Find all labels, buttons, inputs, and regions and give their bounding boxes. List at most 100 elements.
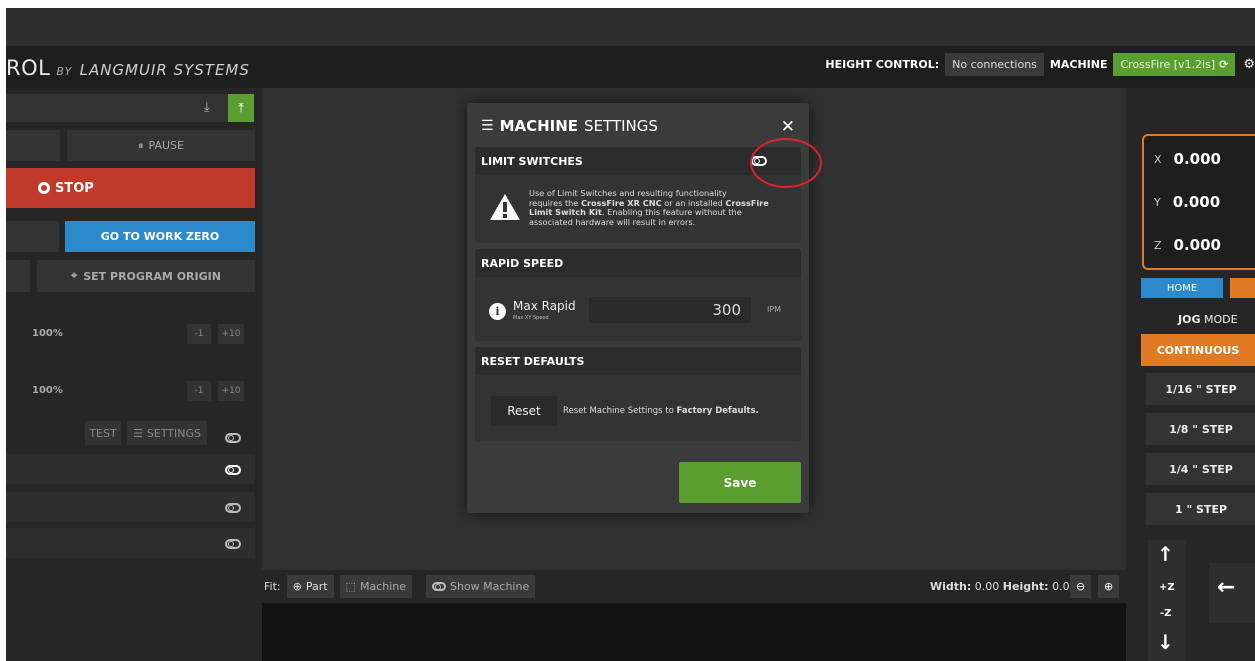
- file-toolbar: ⤓ ⤒: [6, 94, 254, 122]
- toggle-row-3: [6, 528, 255, 558]
- warning-2d: CrossFire: [725, 197, 769, 208]
- jog-left-button[interactable]: ←: [1209, 563, 1255, 623]
- width-label: Width:: [930, 580, 972, 593]
- toggle-switch-3[interactable]: [225, 539, 241, 549]
- height-control-dropdown[interactable]: No connections: [945, 53, 1044, 76]
- speed-plus10-button[interactable]: +10: [218, 381, 244, 401]
- brand-by: BY: [56, 65, 73, 78]
- orange-action-button[interactable]: [1230, 278, 1255, 298]
- jog-mode-bold: JOG: [1178, 313, 1201, 326]
- zoom-out-icon[interactable]: ⊖: [1070, 575, 1092, 598]
- pause-icon: ⏸: [138, 138, 144, 152]
- speed-minus1-button[interactable]: -1: [187, 381, 211, 401]
- test-button[interactable]: TEST: [85, 421, 121, 445]
- reset-button[interactable]: Reset: [491, 396, 557, 426]
- step-1-8-button[interactable]: 1/8 " STEP: [1146, 413, 1255, 445]
- run-button[interactable]: [6, 130, 60, 161]
- stop-label: STOP: [55, 180, 94, 196]
- show-machine-toggle-icon: [432, 582, 446, 591]
- arrow-left-icon: ←: [1217, 575, 1236, 600]
- dro-z-row: Z 0.000: [1154, 236, 1221, 254]
- limit-switches-title: LIMIT SWITCHES: [481, 154, 583, 168]
- reset-text-bold: Factory Defaults.: [676, 406, 759, 416]
- go-to-work-zero-button[interactable]: GO TO WORK ZERO: [65, 221, 255, 252]
- y-axis-label: Y: [1154, 195, 1161, 209]
- home-button[interactable]: HOME: [1141, 278, 1223, 298]
- feed-minus1-button[interactable]: -1: [187, 324, 211, 344]
- rapid-speed-header: RAPID SPEED: [475, 249, 801, 277]
- z-value: 0.000: [1173, 236, 1221, 254]
- crosshair-icon: ⊕: [292, 580, 302, 593]
- fit-part-button[interactable]: ⊕ Part: [286, 575, 334, 598]
- plus-z-label: +Z: [1159, 582, 1175, 593]
- step-1-button[interactable]: 1 " STEP: [1146, 493, 1255, 525]
- sliders-icon: ☰: [481, 118, 494, 134]
- refresh-icon[interactable]: ⟳: [1219, 58, 1228, 71]
- settings-button[interactable]: ☰ SETTINGS: [127, 421, 207, 445]
- height-label: Height:: [1002, 580, 1049, 593]
- rapid-speed-title: RAPID SPEED: [481, 256, 564, 270]
- fit-machine-button[interactable]: ⬚ Machine: [339, 575, 412, 598]
- y-value: 0.000: [1172, 193, 1221, 211]
- settings-gear-icon[interactable]: ⚙: [1243, 57, 1255, 72]
- step-1-4-button[interactable]: 1/4 " STEP: [1146, 453, 1255, 485]
- zoom-in-icon[interactable]: ⊕: [1098, 575, 1120, 598]
- origin-icon: ⌖: [71, 269, 78, 282]
- modal-title: ☰ MACHINE SETTINGS: [481, 117, 658, 135]
- toggle-switch-1[interactable]: [225, 465, 241, 475]
- save-label: Save: [723, 475, 757, 490]
- warning-text: Use of Limit Switches and resulting func…: [529, 188, 791, 227]
- show-machine-toggle[interactable]: Show Machine: [426, 575, 536, 598]
- height-control-label: HEIGHT CONTROL:: [825, 58, 940, 71]
- torch-toggle[interactable]: [225, 433, 241, 443]
- x-value: 0.000: [1173, 150, 1221, 168]
- go-to-machine-zero-button[interactable]: [6, 221, 59, 252]
- continuous-button[interactable]: CONTINUOUS: [1141, 334, 1255, 366]
- app-header: ROL BY LANGMUIR SYSTEMS HEIGHT CONTROL: N…: [6, 46, 1255, 88]
- x-axis-label: X: [1154, 152, 1162, 166]
- arrow-up-icon[interactable]: ↑: [1157, 542, 1174, 566]
- reset-defaults-header: RESET DEFAULTS: [475, 347, 801, 375]
- max-rapid-input[interactable]: 300: [589, 297, 751, 323]
- feed-override-value-2: 100%: [32, 385, 63, 396]
- close-icon[interactable]: ✕: [781, 117, 795, 137]
- fit-part-label: Part: [305, 580, 328, 593]
- app-frame: ROL BY LANGMUIR SYSTEMS HEIGHT CONTROL: N…: [6, 8, 1255, 661]
- brand-sub: LANGMUIR SYSTEMS: [79, 61, 250, 79]
- minus-z-label: -Z: [1160, 608, 1172, 619]
- stop-button[interactable]: STOP: [6, 168, 255, 208]
- fit-machine-label: Machine: [359, 580, 406, 593]
- window-top-strip: [6, 8, 1255, 46]
- max-rapid-label: Max Rapid: [513, 299, 576, 313]
- step-1-16-button[interactable]: 1/16 " STEP: [1146, 373, 1255, 405]
- dro-x-row: X 0.000: [1154, 150, 1221, 168]
- right-panel: X 0.000 Y 0.000 Z 0.000 HOME JOG MODE CO…: [1126, 88, 1255, 661]
- save-button[interactable]: Save: [679, 462, 801, 503]
- warning-2a: requires the: [529, 197, 582, 208]
- bottom-canvas: [262, 603, 1126, 661]
- annotation-circle: [750, 138, 822, 188]
- set-zero-button[interactable]: [6, 260, 30, 292]
- machine-dropdown[interactable]: CrossFire [v1.2is] ⟳: [1113, 53, 1236, 76]
- reset-defaults-title: RESET DEFAULTS: [481, 354, 585, 368]
- fit-label: Fit:: [264, 580, 281, 593]
- go-to-work-zero-label: GO TO WORK ZERO: [100, 230, 220, 243]
- arrow-down-icon[interactable]: ↓: [1157, 630, 1174, 654]
- warning-3a: Limit Switch Kit: [529, 207, 602, 218]
- brand-logo: ROL BY LANGMUIR SYSTEMS: [6, 56, 250, 80]
- stop-icon: [38, 182, 50, 194]
- upload-icon[interactable]: ⤒: [228, 94, 254, 122]
- set-program-origin-button[interactable]: ⌖ SET PROGRAM ORIGIN: [37, 260, 255, 292]
- dimensions-readout: Width: 0.00 Height: 0.00: [930, 580, 1077, 593]
- toggle-switch-2[interactable]: [225, 503, 241, 513]
- settings-label: SETTINGS: [146, 426, 202, 440]
- download-icon[interactable]: ⤓: [204, 100, 210, 115]
- feed-plus10-button[interactable]: +10: [218, 324, 244, 344]
- header-status: HEIGHT CONTROL: No connections MACHINE C…: [825, 53, 1255, 76]
- rapid-speed-section: RAPID SPEED i Max Rapid Max XY Speed 300…: [475, 249, 801, 341]
- modal-title-rest: SETTINGS: [584, 117, 658, 135]
- jog-mode-rest: MODE: [1203, 313, 1238, 326]
- info-icon[interactable]: i: [489, 303, 506, 320]
- warning-2b: CrossFire XR CNC: [581, 197, 662, 208]
- pause-button[interactable]: ⏸ PAUSE: [67, 130, 255, 161]
